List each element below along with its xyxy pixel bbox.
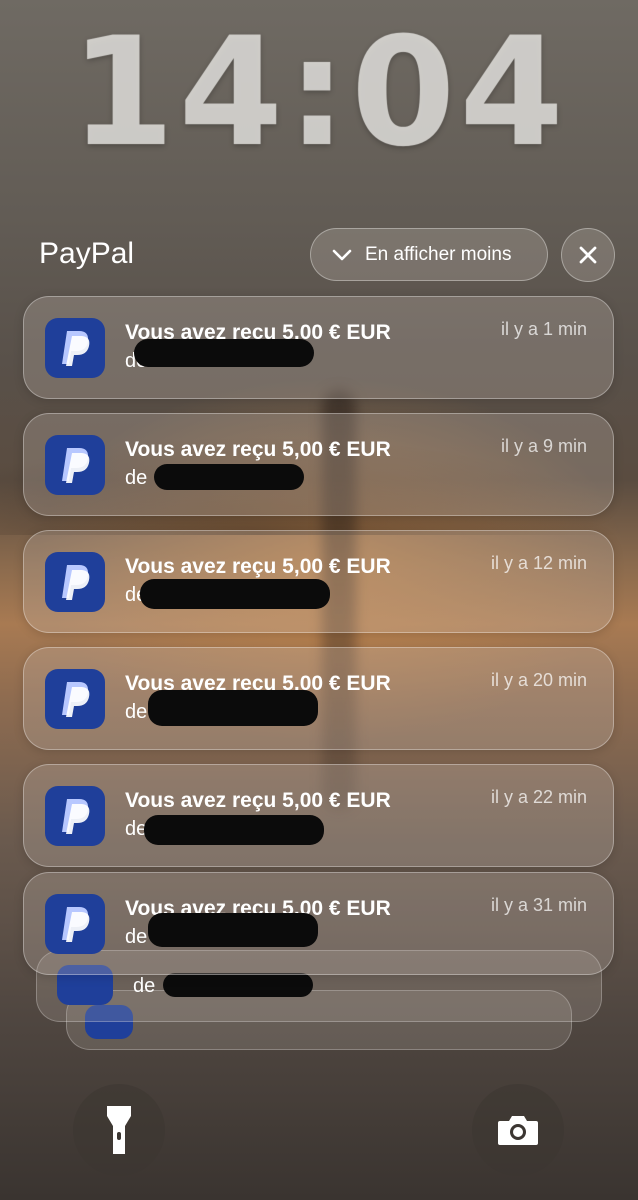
notification-sender: de [125, 467, 148, 489]
notification-sender: de [125, 926, 148, 948]
chevron-down-icon [332, 249, 352, 260]
redaction-scribble [163, 973, 313, 997]
redaction-scribble [148, 690, 318, 726]
redaction-scribble [134, 339, 314, 367]
notification-card[interactable]: Vous avez reçu 5,00 € EUR de il y a 20 min [23, 647, 614, 750]
redaction-scribble [140, 579, 330, 609]
notification-sender: de [133, 975, 156, 997]
notification-sender: de [125, 701, 148, 723]
redaction-scribble [144, 815, 324, 845]
notification-card[interactable]: Vous avez reçu 5,00 € EURdeil y a 1 min [23, 296, 614, 399]
show-less-label: En afficher moins [365, 243, 512, 265]
notification-card[interactable]: Vous avez reçu 5,00 € EUR de il y a 12 min [23, 530, 614, 633]
notification-title: Vous avez reçu 5,00 € EUR [125, 789, 391, 812]
notification-time: il y a 12 min [490, 553, 587, 573]
notification-time: il y a 20 min [490, 670, 587, 690]
camera-button[interactable] [472, 1084, 564, 1176]
paypal-icon [45, 894, 105, 954]
notification-group-title: PayPal [39, 237, 135, 270]
paypal-icon [45, 669, 105, 729]
paypal-icon [45, 435, 105, 495]
show-less-button[interactable]: En afficher moins [310, 228, 548, 281]
notification-time: il y a 22 min [490, 787, 587, 807]
paypal-icon [45, 552, 105, 612]
redaction-scribble [148, 913, 318, 947]
flashlight-icon [107, 1106, 131, 1154]
paypal-icon [45, 786, 105, 846]
paypal-icon [45, 318, 105, 378]
clear-group-button[interactable] [561, 228, 615, 282]
notification-title: Vous avez reçu 5,00 € EUR [125, 438, 391, 461]
notification-time: il y a 1 min [500, 319, 587, 339]
notification-title: Vous avez reçu 5,00 € EUR [125, 555, 391, 578]
notification-card[interactable]: Vous avez reçu 5,00 € EUR de il y a 9 min [23, 413, 614, 516]
redaction-scribble [154, 464, 304, 490]
notification-time: il y a 31 min [490, 895, 587, 915]
camera-icon [498, 1116, 538, 1145]
notification-time: il y a 9 min [500, 436, 587, 456]
lockscreen-clock: 14:04 [70, 6, 568, 180]
close-icon [579, 246, 597, 264]
flashlight-button[interactable] [73, 1084, 165, 1176]
notification-card[interactable]: Vous avez reçu 5,00 € EUR de il y a 22 min [23, 764, 614, 867]
notification-card[interactable]: Vous avez reçu 5,00 € EUR de il y a 31 min [23, 872, 614, 975]
